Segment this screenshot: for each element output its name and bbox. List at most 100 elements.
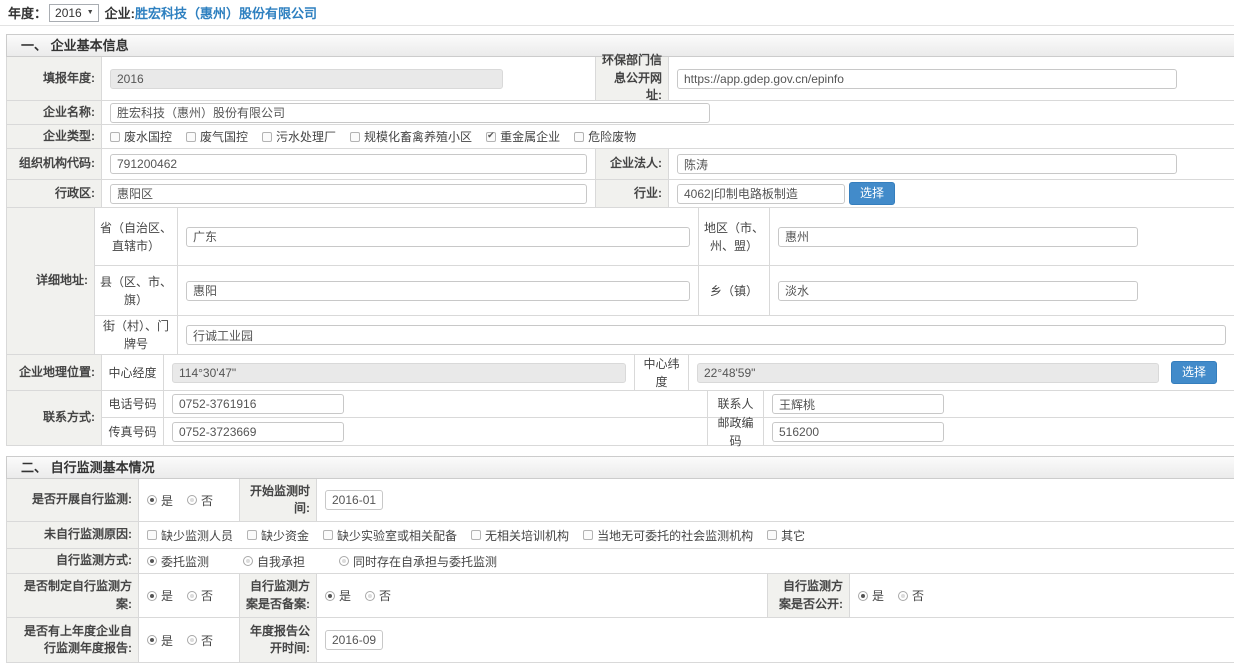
checkbox-unchecked-icon[interactable] bbox=[350, 132, 360, 142]
checkbox-unchecked-icon[interactable] bbox=[262, 132, 272, 142]
form-row: 企业地理位置: 中心经度 中心纬度 选择 bbox=[7, 355, 1234, 391]
checkbox-option[interactable]: 无相关培训机构 bbox=[471, 527, 569, 544]
year-select-value: 2016 bbox=[55, 6, 82, 20]
radio-option[interactable]: 是 bbox=[858, 587, 884, 604]
radio-option[interactable]: 是 bbox=[147, 492, 173, 509]
checkbox-unchecked-icon[interactable] bbox=[583, 530, 593, 540]
radio-option[interactable]: 委托监测 bbox=[147, 553, 209, 570]
radio-unchecked-icon[interactable] bbox=[187, 591, 197, 601]
carry-out-cell: 是否 bbox=[139, 479, 239, 521]
radio-unchecked-icon[interactable] bbox=[365, 591, 375, 601]
radio-checked-icon[interactable] bbox=[858, 591, 868, 601]
street-input[interactable] bbox=[186, 325, 1226, 345]
checkbox-option[interactable]: 废气国控 bbox=[186, 128, 248, 145]
radio-option[interactable]: 否 bbox=[898, 587, 924, 604]
radio-option[interactable]: 否 bbox=[187, 492, 213, 509]
radio-option[interactable]: 是 bbox=[325, 587, 351, 604]
industry-label: 行业: bbox=[595, 180, 669, 207]
checkbox-option[interactable]: 污水处理厂 bbox=[262, 128, 336, 145]
checkbox-option[interactable]: 缺少资金 bbox=[247, 527, 309, 544]
radio-unchecked-icon[interactable] bbox=[187, 635, 197, 645]
checkbox-unchecked-icon[interactable] bbox=[186, 132, 196, 142]
checkbox-unchecked-icon[interactable] bbox=[323, 530, 333, 540]
checkbox-option-label: 缺少监测人员 bbox=[161, 527, 233, 544]
org-code-input[interactable] bbox=[110, 154, 587, 174]
geo-select-button[interactable]: 选择 bbox=[1171, 361, 1217, 385]
town-input[interactable] bbox=[778, 281, 1138, 301]
phone-label: 电话号码 bbox=[102, 391, 164, 417]
company-type-checkbox-group: 废水国控 废气国控污水处理厂规模化畜禽养殖小区重金属企业危险废物 bbox=[110, 128, 650, 145]
phone-cell bbox=[164, 391, 707, 417]
company-name-input[interactable] bbox=[110, 103, 710, 123]
env-url-input[interactable] bbox=[677, 69, 1177, 89]
legal-person-label: 企业法人: bbox=[595, 149, 669, 179]
radio-option[interactable]: 否 bbox=[365, 587, 391, 604]
county-input[interactable] bbox=[186, 281, 690, 301]
top-bar: 年度： 2016 ▼ 企业:胜宏科技（惠州）股份有限公司 bbox=[0, 0, 1234, 26]
form-panel: 一、 企业基本信息 填报年度: 环保部门信息公开网址: 企业名称: 企业类型: … bbox=[6, 34, 1234, 663]
radio-option-label: 是 bbox=[161, 587, 173, 604]
checkbox-unchecked-icon[interactable] bbox=[767, 530, 777, 540]
district-cell bbox=[102, 180, 595, 207]
address-subrow: 省（自治区、直辖市） 地区（市、州、盟） bbox=[95, 208, 1234, 266]
env-url-cell bbox=[669, 57, 1234, 100]
checkbox-unchecked-icon[interactable] bbox=[110, 132, 120, 142]
radio-checked-icon[interactable] bbox=[325, 591, 335, 601]
checkbox-option[interactable]: 缺少监测人员 bbox=[147, 527, 233, 544]
checkbox-option[interactable]: 缺少实验室或相关配备 bbox=[323, 527, 457, 544]
radio-checked-icon[interactable] bbox=[147, 556, 157, 566]
phone-input[interactable] bbox=[172, 394, 344, 414]
checkbox-option[interactable]: 危险废物 bbox=[574, 128, 636, 145]
checkbox-option[interactable]: 其它 bbox=[767, 527, 805, 544]
checkbox-option[interactable]: 废水国控 bbox=[110, 128, 172, 145]
checkbox-checked-icon[interactable] bbox=[486, 132, 496, 142]
report-time-input[interactable] bbox=[325, 630, 383, 650]
year-select[interactable]: 2016 ▼ bbox=[49, 4, 99, 22]
town-label: 乡（镇） bbox=[698, 266, 770, 315]
form-row: 是否开展自行监测: 是否 开始监测时间: bbox=[7, 479, 1234, 522]
company-name-cell bbox=[102, 101, 1234, 124]
industry-input[interactable] bbox=[677, 184, 845, 204]
radio-option[interactable]: 自我承担 bbox=[243, 553, 305, 570]
checkbox-option[interactable]: 重金属企业 bbox=[486, 128, 560, 145]
radio-option[interactable]: 同时存在自承担与委托监测 bbox=[339, 553, 497, 570]
checkbox-unchecked-icon[interactable] bbox=[247, 530, 257, 540]
checkbox-option[interactable]: 规模化畜禽养殖小区 bbox=[350, 128, 472, 145]
form-row: 企业类型: 废水国控废气国控污水处理厂规模化畜禽养殖小区重金属企业危险废物 bbox=[7, 125, 1234, 149]
district-input[interactable] bbox=[110, 184, 587, 204]
form-row: 联系方式: 电话号码 联系人 传真号码 邮 bbox=[7, 391, 1234, 446]
checkbox-option[interactable]: 当地无可委托的社会监测机构 bbox=[583, 527, 753, 544]
checkbox-unchecked-icon[interactable] bbox=[147, 530, 157, 540]
fax-input[interactable] bbox=[172, 422, 344, 442]
province-input[interactable] bbox=[186, 227, 690, 247]
checkbox-option-label: 废气国控 bbox=[200, 128, 248, 145]
postcode-input[interactable] bbox=[772, 422, 944, 442]
industry-select-button[interactable]: 选择 bbox=[849, 182, 895, 206]
company-name-link[interactable]: 胜宏科技（惠州）股份有限公司 bbox=[135, 3, 317, 22]
radio-checked-icon[interactable] bbox=[147, 495, 157, 505]
checkbox-option-label: 其它 bbox=[781, 527, 805, 544]
radio-option[interactable]: 是 bbox=[147, 587, 173, 604]
contact-person-input[interactable] bbox=[772, 394, 944, 414]
longitude-input[interactable] bbox=[172, 363, 626, 383]
radio-option[interactable]: 否 bbox=[187, 587, 213, 604]
form-row: 自行监测方式: 委托监测 自我承担 同时存在自承担与委托监测 bbox=[7, 549, 1234, 574]
fill-year-input[interactable] bbox=[110, 69, 503, 89]
radio-option[interactable]: 是 bbox=[147, 632, 173, 649]
checkbox-unchecked-icon[interactable] bbox=[574, 132, 584, 142]
radio-option[interactable]: 否 bbox=[187, 632, 213, 649]
start-time-input[interactable] bbox=[325, 490, 383, 510]
legal-person-input[interactable] bbox=[677, 154, 1177, 174]
section2-table: 是否开展自行监测: 是否 开始监测时间: 未自行监测原因: 缺少监测人员缺少资金… bbox=[6, 479, 1234, 663]
radio-unchecked-icon[interactable] bbox=[187, 495, 197, 505]
radio-unchecked-icon[interactable] bbox=[243, 556, 253, 566]
checkbox-unchecked-icon[interactable] bbox=[471, 530, 481, 540]
region-input[interactable] bbox=[778, 227, 1138, 247]
radio-checked-icon[interactable] bbox=[147, 591, 157, 601]
latitude-input[interactable] bbox=[697, 363, 1159, 383]
radio-checked-icon[interactable] bbox=[147, 635, 157, 645]
radio-option-label: 同时存在自承担与委托监测 bbox=[353, 553, 497, 570]
radio-unchecked-icon[interactable] bbox=[898, 591, 908, 601]
radio-unchecked-icon[interactable] bbox=[339, 556, 349, 566]
mode-label: 自行监测方式: bbox=[7, 549, 139, 573]
